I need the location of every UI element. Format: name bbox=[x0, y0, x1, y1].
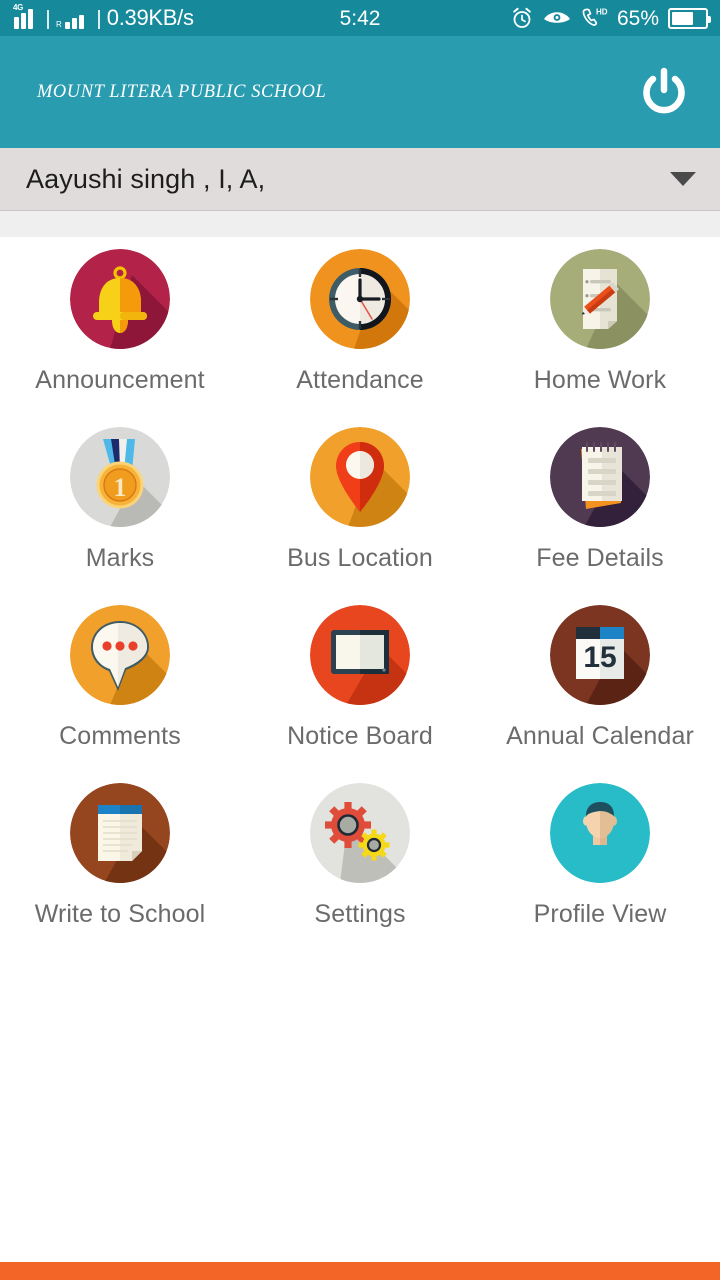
grid-item-label: Home Work bbox=[533, 366, 667, 394]
volte-hd-icon: HD bbox=[580, 7, 608, 29]
grid-item-label: Fee Details bbox=[536, 544, 664, 572]
student-selector-value: Aayushi singh , I, A, bbox=[26, 163, 266, 194]
grid-item-marks[interactable]: 1 Marks bbox=[0, 427, 240, 605]
homework-icon bbox=[550, 249, 650, 349]
notepad-icon bbox=[550, 427, 650, 527]
school-name-title: MOUNT LITERA PUBLIC SCHOOL bbox=[36, 81, 327, 102]
chat-bubble-icon bbox=[70, 605, 170, 705]
grid-item-label: Comments bbox=[59, 722, 181, 750]
signal-strength-icon: 4G bbox=[13, 3, 40, 29]
student-selector-section: Aayushi singh , I, A, bbox=[0, 148, 720, 237]
status-bar-left: 4G R 0.39KB/s bbox=[0, 3, 194, 30]
grid-item-home-work[interactable]: Home Work bbox=[480, 249, 720, 427]
status-divider-2 bbox=[97, 10, 100, 29]
grid-item-annual-calendar[interactable]: 15 Annual Calendar bbox=[480, 605, 720, 783]
grid-item-settings[interactable]: Settings bbox=[240, 783, 480, 961]
power-button[interactable] bbox=[634, 62, 694, 122]
roaming-label: R bbox=[56, 20, 62, 29]
svg-text:1: 1 bbox=[114, 473, 127, 502]
grid-item-label: Bus Location bbox=[287, 544, 433, 572]
grid-item-comments[interactable]: Comments bbox=[0, 605, 240, 783]
power-icon bbox=[643, 67, 685, 114]
grid-item-write-to-school[interactable]: Write to School bbox=[0, 783, 240, 961]
grid-item-fee-details[interactable]: Fee Details bbox=[480, 427, 720, 605]
grid-item-label: Write to School bbox=[34, 900, 206, 928]
gears-icon bbox=[310, 783, 410, 883]
grid-item-label: Marks bbox=[85, 544, 155, 572]
network-type-label: 4G bbox=[13, 3, 24, 12]
eye-care-icon bbox=[543, 8, 571, 28]
status-bar-right: HD 65% bbox=[510, 6, 720, 30]
grid-item-profile-view[interactable]: Profile View bbox=[480, 783, 720, 961]
grid-item-label: Annual Calendar bbox=[506, 722, 694, 750]
map-pin-icon bbox=[310, 427, 410, 527]
battery-percent-label: 65% bbox=[616, 6, 659, 30]
menu-grid: Announcement Attendance Home Work 1 Mark… bbox=[0, 237, 720, 961]
board-icon bbox=[310, 605, 410, 705]
status-divider bbox=[47, 10, 49, 29]
calendar-day-label: 15 bbox=[583, 641, 616, 674]
grid-item-bus-location[interactable]: Bus Location bbox=[240, 427, 480, 605]
calendar-icon: 15 bbox=[550, 605, 650, 705]
signal-strength-secondary-icon: R bbox=[56, 7, 91, 29]
grid-item-label: Settings bbox=[314, 900, 406, 928]
person-icon bbox=[550, 783, 650, 883]
svg-text:HD: HD bbox=[596, 8, 608, 17]
grid-item-notice-board[interactable]: Notice Board bbox=[240, 605, 480, 783]
app-screen: 4G R 0.39KB/s 5:42 HD 65% MOUNT LITERA P… bbox=[0, 0, 720, 1280]
grid-item-label: Attendance bbox=[296, 366, 424, 394]
status-bar: 4G R 0.39KB/s 5:42 HD 65% bbox=[0, 0, 720, 36]
notebook-icon bbox=[70, 783, 170, 883]
bottom-bar bbox=[0, 1262, 720, 1280]
grid-item-label: Announcement bbox=[35, 366, 205, 394]
battery-icon bbox=[668, 7, 711, 29]
alarm-icon bbox=[510, 6, 534, 30]
chevron-down-icon[interactable] bbox=[670, 172, 696, 186]
student-selector[interactable]: Aayushi singh , I, A, bbox=[0, 148, 720, 211]
grid-item-announcement[interactable]: Announcement bbox=[0, 249, 240, 427]
grid-item-label: Notice Board bbox=[287, 722, 433, 750]
grid-item-attendance[interactable]: Attendance bbox=[240, 249, 480, 427]
network-speed-label: 0.39KB/s bbox=[106, 5, 194, 30]
app-header: MOUNT LITERA PUBLIC SCHOOL bbox=[0, 36, 720, 148]
bell-icon bbox=[70, 249, 170, 349]
grid-item-label: Profile View bbox=[533, 900, 667, 928]
medal-icon: 1 bbox=[70, 427, 170, 527]
clock-icon bbox=[310, 249, 410, 349]
